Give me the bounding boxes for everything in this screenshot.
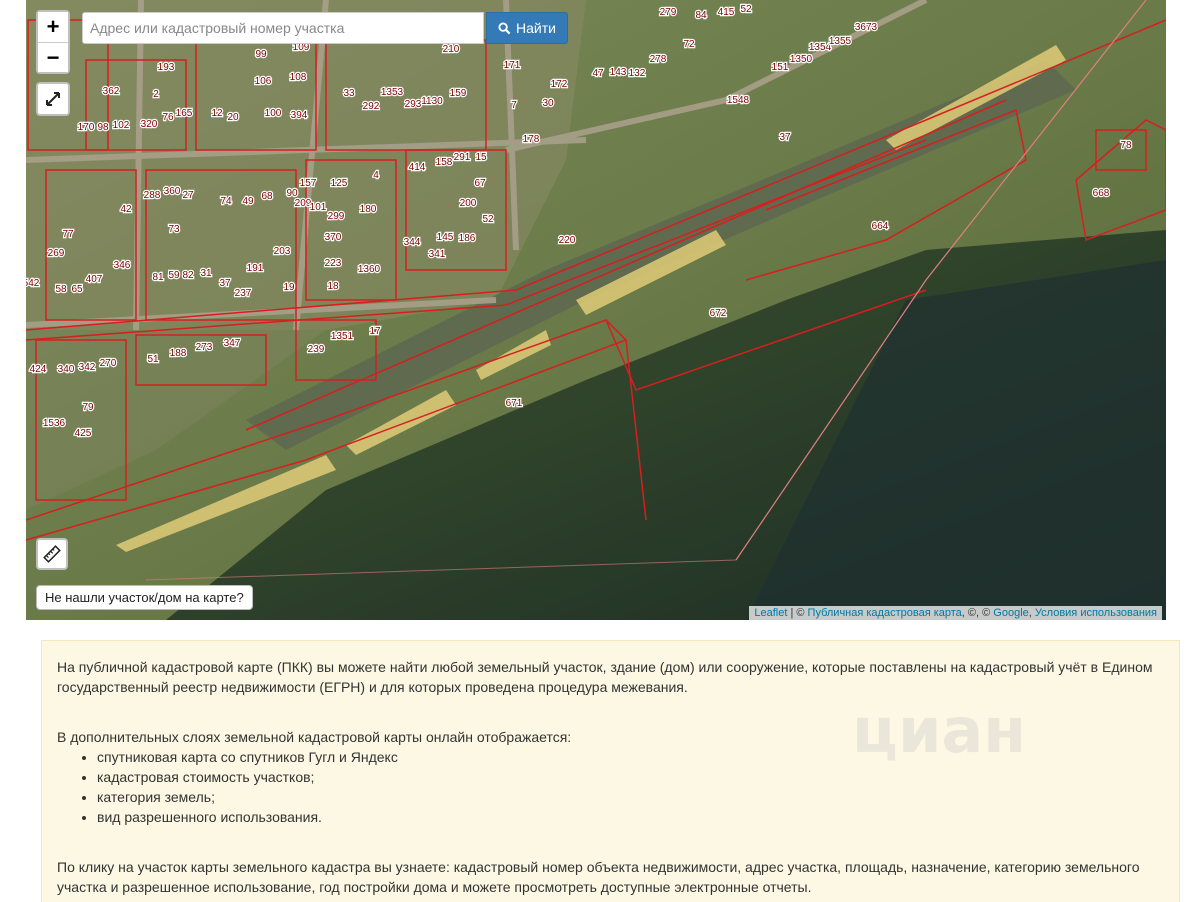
info-paragraph-click: По клику на участок карты земельного кад… — [57, 859, 1140, 895]
satellite-layer — [26, 0, 1166, 620]
zoom-out-button[interactable]: − — [38, 42, 68, 72]
cian-watermark: циан — [852, 694, 1027, 767]
search-button[interactable]: Найти — [486, 12, 568, 44]
list-item: категория земель; — [97, 787, 1164, 807]
ruler-icon — [43, 545, 61, 563]
google-link[interactable]: Google — [993, 607, 1028, 619]
leaflet-link[interactable]: Leaflet — [754, 607, 787, 619]
info-panel: циан На публичной кадастровой карте (ПКК… — [41, 640, 1180, 902]
attribution-separator: | © — [787, 607, 808, 619]
list-item: вид разрешенного использования. — [97, 807, 1164, 827]
expand-icon — [46, 92, 60, 106]
map-attribution: Leaflet | © Публичная кадастровая карта,… — [749, 606, 1162, 620]
terms-link[interactable]: Условия использования — [1035, 607, 1157, 619]
fullscreen-button[interactable] — [36, 82, 70, 116]
search-bar: Найти — [82, 12, 568, 44]
attribution-separator: , ©, © — [961, 607, 994, 619]
zoom-in-button[interactable]: + — [38, 12, 68, 42]
zoom-control: + − — [36, 10, 70, 74]
not-found-button[interactable]: Не нашли участок/дом на карте? — [36, 585, 253, 610]
search-input[interactable] — [82, 12, 484, 44]
search-button-label: Найти — [516, 20, 556, 36]
measure-button[interactable] — [36, 538, 68, 570]
pkk-link[interactable]: Публичная кадастровая карта — [808, 607, 962, 619]
info-paragraph-intro: На публичной кадастровой карте (ПКК) вы … — [57, 659, 1153, 695]
cadastral-map[interactable]: 193 99 109 210 171 279 84 415 52 2 106 108 33 292 1353… — [26, 0, 1166, 620]
list-item: кадастровая стоимость участков; — [97, 767, 1164, 787]
search-icon — [498, 21, 511, 34]
